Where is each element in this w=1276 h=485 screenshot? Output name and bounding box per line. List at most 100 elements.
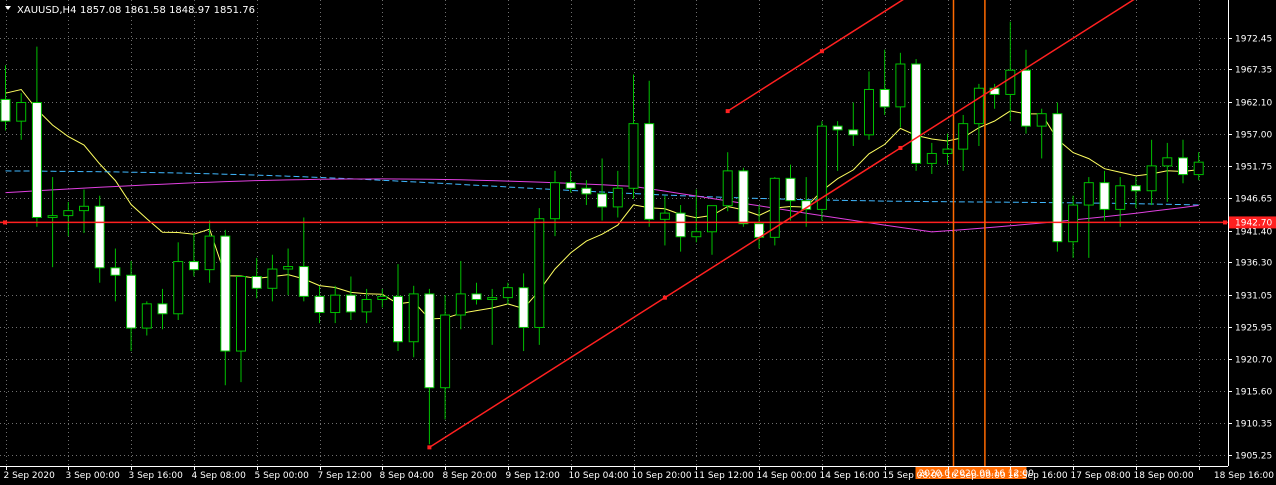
candle-body xyxy=(220,235,231,352)
candle-body xyxy=(989,87,1000,95)
candle-body xyxy=(188,261,199,271)
candle-body xyxy=(1099,182,1110,210)
candle-body xyxy=(361,298,372,313)
symbol-label: XAUUSD,H4 xyxy=(17,5,76,16)
chart-header: XAUUSD,H4 1857.08 1861.58 1848.97 1851.7… xyxy=(5,5,255,16)
candle-body xyxy=(1021,69,1031,127)
candle-body xyxy=(16,102,27,122)
candle xyxy=(1052,102,1063,252)
candle-body xyxy=(94,205,105,269)
time-tick-label: 8 Sep 20:00 xyxy=(443,471,498,481)
candle-body xyxy=(141,303,152,329)
candle-body xyxy=(1036,113,1047,127)
candle-body xyxy=(864,88,874,136)
candle-body xyxy=(1178,157,1188,176)
candle-body xyxy=(644,123,655,220)
candle-body xyxy=(487,297,498,300)
candle-body xyxy=(1083,182,1094,206)
candle-body xyxy=(79,205,89,212)
price-tick-label: 1951.75 xyxy=(1235,163,1272,173)
candle-body xyxy=(942,148,953,154)
candle xyxy=(816,121,827,221)
price-tick-label: 1946.65 xyxy=(1235,195,1272,205)
candle-body xyxy=(581,187,592,195)
candle-body xyxy=(565,182,576,189)
time-tick-label: 9 Sep 12:00 xyxy=(506,471,561,481)
candle-body xyxy=(1115,185,1126,210)
time-tick-label: 11 Sep 12:00 xyxy=(694,471,754,481)
candle-body xyxy=(879,88,890,108)
candle-body xyxy=(1068,204,1079,243)
candle-body xyxy=(298,266,309,297)
candle-body xyxy=(612,187,623,208)
candle-body xyxy=(204,235,215,271)
time-tick-label: 14 Sep 00:00 xyxy=(757,471,817,481)
time-tick-label: 18 Sep 00:00 xyxy=(1134,471,1194,481)
time-tick-label: 14 Sep 16:00 xyxy=(820,471,880,481)
time-tick-label: 15 Sep 08:00 xyxy=(883,471,943,481)
candle-body xyxy=(738,170,749,225)
candle-body xyxy=(659,212,670,220)
candle-body xyxy=(408,293,419,343)
candle-body xyxy=(785,177,796,202)
price-tick-label: 1931.05 xyxy=(1235,292,1272,302)
line-anchor xyxy=(3,220,7,225)
ohlc-label: 1857.08 1861.58 1848.97 1851.76 xyxy=(80,5,255,16)
price-tick-label: 1905.25 xyxy=(1235,452,1272,462)
candle-body xyxy=(550,182,560,220)
price-tick-label: 1920.70 xyxy=(1235,356,1272,366)
candle-body xyxy=(330,294,341,314)
candle-body xyxy=(597,193,608,208)
candle-body xyxy=(314,295,325,314)
time-tick-label: 8 Sep 04:00 xyxy=(380,471,435,481)
line-anchor xyxy=(1223,220,1227,225)
price-tick-label: 1915.60 xyxy=(1235,388,1272,398)
candle xyxy=(769,177,780,246)
candle-body xyxy=(251,275,262,289)
time-tick-label: 3 Sep 16:00 xyxy=(129,471,184,481)
price-tick-label: 1962.10 xyxy=(1235,99,1272,109)
candle-body xyxy=(345,294,356,313)
candle-body xyxy=(173,261,184,315)
candle-body xyxy=(47,215,58,218)
time-tick-label: 5 Sep 00:00 xyxy=(255,471,310,481)
time-tick-label: 16 Sep 16:00 xyxy=(1008,471,1068,481)
line-anchor xyxy=(819,49,824,54)
candle-body xyxy=(236,275,246,352)
time-tick-label: 7 Sep 12:00 xyxy=(318,471,373,481)
candle-body xyxy=(455,293,466,316)
candle-body xyxy=(424,293,435,389)
candle-body xyxy=(895,63,906,108)
candle-body xyxy=(0,98,11,122)
candle-body xyxy=(1146,165,1157,192)
candle-body xyxy=(110,267,121,276)
candle-body xyxy=(691,231,702,238)
candle-body xyxy=(534,218,545,328)
candle-body xyxy=(393,295,403,343)
candle-body xyxy=(722,170,733,207)
time-tick-label: 18 Sep 16:00 xyxy=(1214,471,1274,481)
line-anchor xyxy=(662,295,667,300)
candle-body xyxy=(31,102,42,218)
candle-body xyxy=(126,274,137,329)
price-tick-label: 1967.35 xyxy=(1235,66,1272,76)
candle xyxy=(738,167,749,227)
candle-body xyxy=(502,287,513,299)
candle xyxy=(911,59,922,171)
price-tick-label: 1957.00 xyxy=(1235,131,1272,141)
price-tick-label: 1925.95 xyxy=(1235,324,1272,334)
candle-body xyxy=(707,205,717,233)
time-tick-label: 4 Sep 08:00 xyxy=(192,471,247,481)
candle-body xyxy=(63,210,74,217)
time-tick-label: 10 Sep 04:00 xyxy=(569,471,629,481)
candle-body xyxy=(440,314,451,389)
price-chart[interactable]: 1942.702020.0 2020.09.16 12:00 1972.45196… xyxy=(0,0,1276,485)
price-tick-label: 1910.35 xyxy=(1235,420,1272,430)
candle-body xyxy=(157,303,168,315)
candle-body xyxy=(911,63,922,164)
candle-body xyxy=(283,266,294,270)
candle-body xyxy=(628,123,639,189)
candle-body xyxy=(926,152,937,164)
candle-body xyxy=(1162,157,1173,167)
candle-body xyxy=(958,123,969,150)
